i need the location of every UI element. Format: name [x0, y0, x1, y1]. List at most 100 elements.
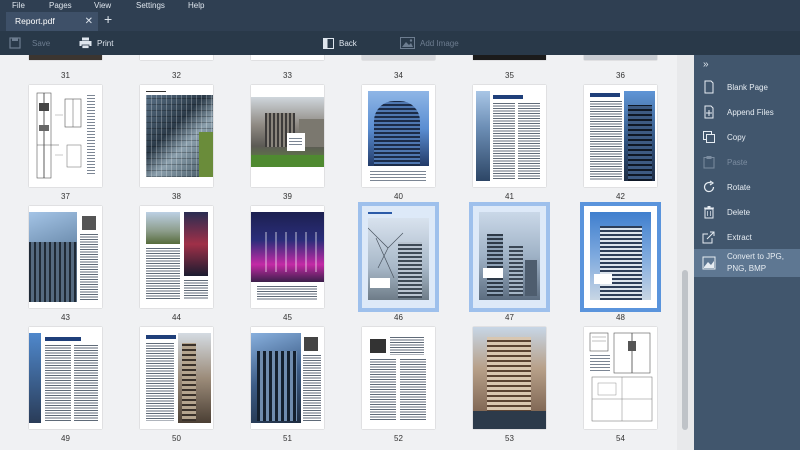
- page-number: 51: [283, 434, 292, 443]
- rotate-button[interactable]: Rotate: [694, 176, 800, 198]
- print-button[interactable]: Print: [79, 36, 113, 50]
- copy-label: Copy: [727, 132, 746, 142]
- rotate-label: Rotate: [727, 182, 751, 192]
- page-thumbnail[interactable]: [362, 55, 435, 60]
- paste-label: Paste: [727, 157, 748, 167]
- page-thumbnail[interactable]: [473, 85, 546, 187]
- save-label: Save: [32, 38, 51, 48]
- page-thumbnail[interactable]: [473, 55, 546, 60]
- rotate-icon: [703, 180, 715, 193]
- document-tab[interactable]: Report.pdf ✕: [6, 12, 98, 31]
- page-thumbnail[interactable]: [362, 85, 435, 187]
- page-number: 34: [394, 71, 403, 80]
- convert-to-image-button[interactable]: Convert to JPG, PNG, BMP: [694, 249, 800, 277]
- print-label: Print: [97, 38, 114, 48]
- blank-page-button[interactable]: Blank Page: [694, 76, 800, 98]
- page-thumbnail[interactable]: [29, 327, 102, 429]
- save-button[interactable]: Save: [9, 36, 50, 50]
- convert-image-icon: [702, 256, 716, 270]
- menu-pages[interactable]: Pages: [49, 1, 72, 10]
- page-thumbnail[interactable]: [584, 327, 657, 429]
- page-number: 39: [283, 192, 292, 201]
- page-thumbnail[interactable]: [251, 206, 324, 308]
- copy-icon: [703, 131, 715, 143]
- page-number: 33: [283, 71, 292, 80]
- page-thumbnail[interactable]: [140, 206, 213, 308]
- page-number: 41: [505, 192, 514, 201]
- back-button[interactable]: Back: [323, 36, 357, 50]
- back-label: Back: [339, 38, 357, 48]
- extract-icon: [702, 231, 715, 244]
- tab-strip: Report.pdf ✕ +: [0, 11, 800, 31]
- menu-bar: File Pages View Settings Help: [0, 0, 800, 11]
- delete-label: Delete: [727, 207, 751, 217]
- paste-button[interactable]: Paste: [694, 151, 800, 173]
- page-thumbnail[interactable]: [251, 55, 324, 60]
- page-thumbnail[interactable]: [584, 85, 657, 187]
- copy-button[interactable]: Copy: [694, 126, 800, 148]
- append-files-icon: [704, 105, 714, 119]
- page-thumbnail-selected[interactable]: [469, 202, 550, 312]
- page-number: 49: [61, 434, 70, 443]
- page-number: 36: [616, 71, 625, 80]
- vertical-scrollbar[interactable]: [677, 55, 694, 450]
- page-number: 40: [394, 192, 403, 201]
- page-number: 43: [61, 313, 70, 322]
- page-number: 31: [61, 71, 70, 80]
- extract-label: Extract: [727, 232, 752, 242]
- printer-icon: [79, 37, 92, 49]
- page-number: 32: [172, 71, 181, 80]
- page-thumbnail[interactable]: [140, 327, 213, 429]
- page-thumbnail-grid: 31 32 33 34 35 36 37 38 39 40 41 42 43 4…: [0, 55, 677, 450]
- extract-button[interactable]: Extract: [694, 226, 800, 248]
- convert-label-line1: Convert to JPG,: [727, 252, 784, 261]
- page-thumbnail-selected[interactable]: [358, 202, 439, 312]
- page-thumbnail[interactable]: [473, 327, 546, 429]
- delete-button[interactable]: Delete: [694, 201, 800, 223]
- page-thumbnail[interactable]: [584, 55, 657, 60]
- page-number: 37: [61, 192, 70, 201]
- save-icon: [9, 37, 21, 49]
- page-number: 47: [505, 313, 514, 322]
- image-icon: [400, 37, 415, 49]
- page-thumbnail[interactable]: [251, 85, 324, 187]
- add-image-label: Add Image: [420, 38, 459, 48]
- add-image-button[interactable]: Add Image: [400, 36, 459, 50]
- menu-file[interactable]: File: [12, 1, 25, 10]
- page-number: 48: [616, 313, 625, 322]
- page-thumbnail[interactable]: [29, 55, 102, 60]
- add-tab-icon[interactable]: +: [104, 9, 112, 29]
- close-icon[interactable]: ✕: [85, 12, 93, 31]
- page-thumbnail[interactable]: [29, 85, 102, 187]
- back-icon: [323, 37, 334, 49]
- toolbar: Save Print Back Add Image: [0, 31, 800, 55]
- blank-page-icon: [704, 80, 714, 94]
- page-thumbnail[interactable]: [251, 327, 324, 429]
- page-thumbnail[interactable]: [362, 327, 435, 429]
- page-number: 50: [172, 434, 181, 443]
- technical-drawing: [589, 332, 653, 422]
- trash-icon: [704, 206, 714, 219]
- page-tools-panel: » Blank Page Append Files Copy Paste Rot…: [694, 55, 800, 450]
- page-number: 42: [616, 192, 625, 201]
- append-files-button[interactable]: Append Files: [694, 101, 800, 123]
- append-files-label: Append Files: [727, 107, 774, 117]
- paste-icon: [703, 156, 715, 169]
- page-number: 46: [394, 313, 403, 322]
- menu-help[interactable]: Help: [188, 1, 204, 10]
- blank-page-label: Blank Page: [727, 82, 768, 92]
- page-thumbnail[interactable]: [140, 55, 213, 60]
- tab-title: Report.pdf: [15, 16, 55, 26]
- scrollbar-thumb[interactable]: [682, 270, 688, 430]
- pdf-editor-window: File Pages View Settings Help Report.pdf…: [0, 0, 800, 450]
- page-number: 44: [172, 313, 181, 322]
- page-number: 45: [283, 313, 292, 322]
- collapse-panel-icon[interactable]: »: [703, 59, 709, 70]
- page-number: 53: [505, 434, 514, 443]
- menu-settings[interactable]: Settings: [136, 1, 165, 10]
- page-thumbnail-current[interactable]: [580, 202, 661, 312]
- page-thumbnail[interactable]: [29, 206, 102, 308]
- page-number: 35: [505, 71, 514, 80]
- page-thumbnail[interactable]: [140, 85, 213, 187]
- page-number: 38: [172, 192, 181, 201]
